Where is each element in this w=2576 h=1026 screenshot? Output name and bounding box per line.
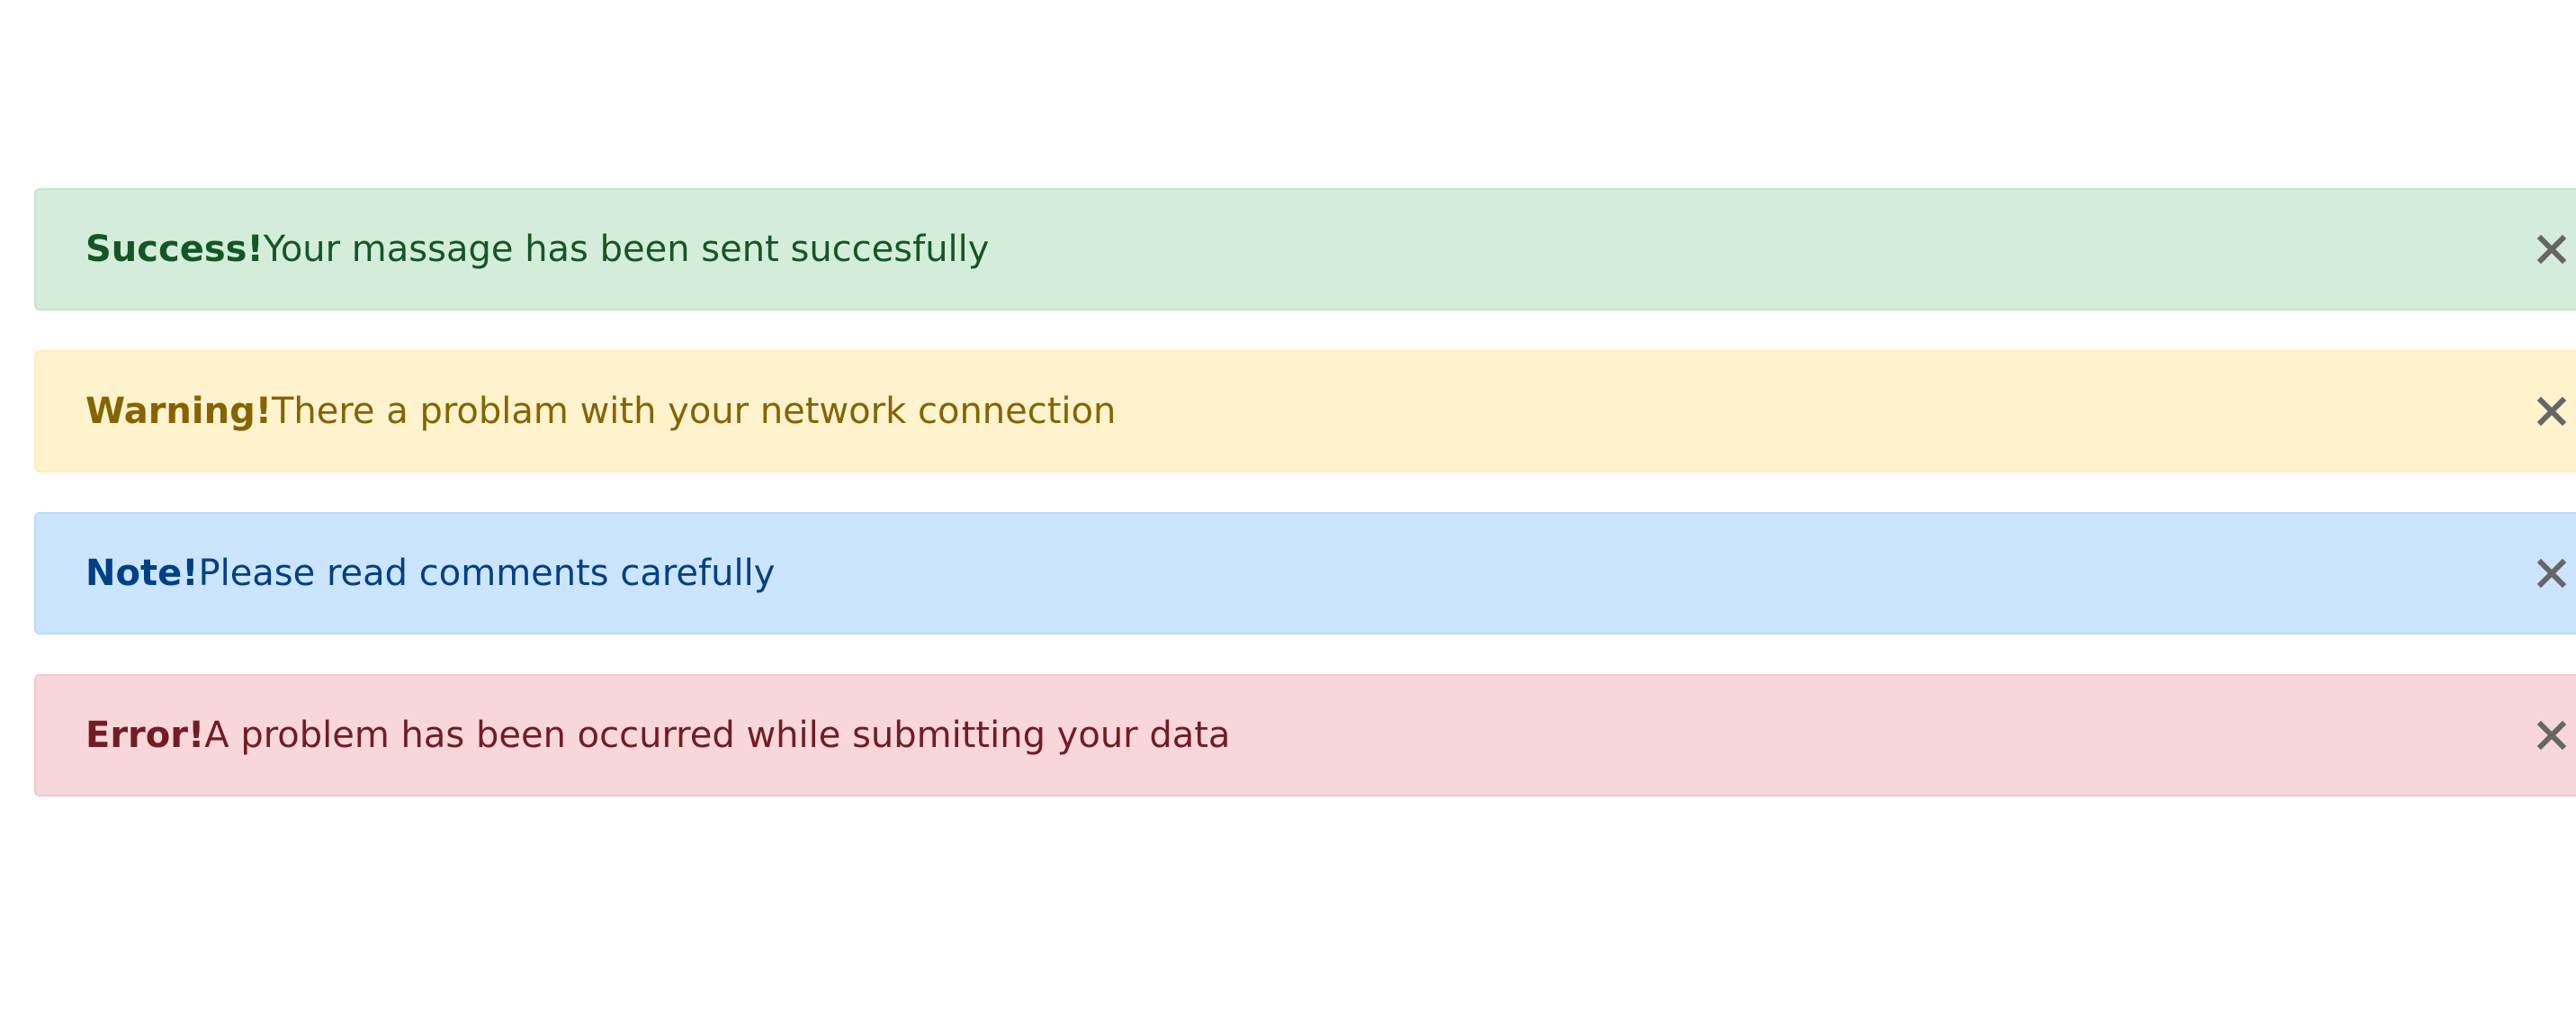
close-icon[interactable] [2533,230,2571,268]
close-icon[interactable] [2533,554,2571,592]
alert-title: Note! [85,553,199,594]
page: Success! Your massage has been sent succe… [0,0,2576,1026]
alert-message: Your massage has been sent succesfully [263,229,990,270]
alert-message: There a problam with your network connec… [271,391,1117,432]
alert-message: Please read comments carefully [198,553,776,594]
close-icon[interactable] [2533,716,2571,754]
alert-title: Success! [85,229,264,270]
alert-note: Note! Please read comments carefully [34,512,2576,634]
alert-warning: Warning! There a problam with your networ… [34,350,2576,472]
close-icon[interactable] [2533,392,2571,430]
alert-error: Error! A problem has been occurred while … [34,674,2576,796]
alert-success: Success! Your massage has been sent succe… [34,188,2576,310]
alert-message: A problem has been occurred while submit… [204,715,1231,756]
alert-title: Warning! [85,391,272,432]
alert-title: Error! [85,715,205,756]
alert-list: Success! Your massage has been sent succe… [34,188,2576,836]
